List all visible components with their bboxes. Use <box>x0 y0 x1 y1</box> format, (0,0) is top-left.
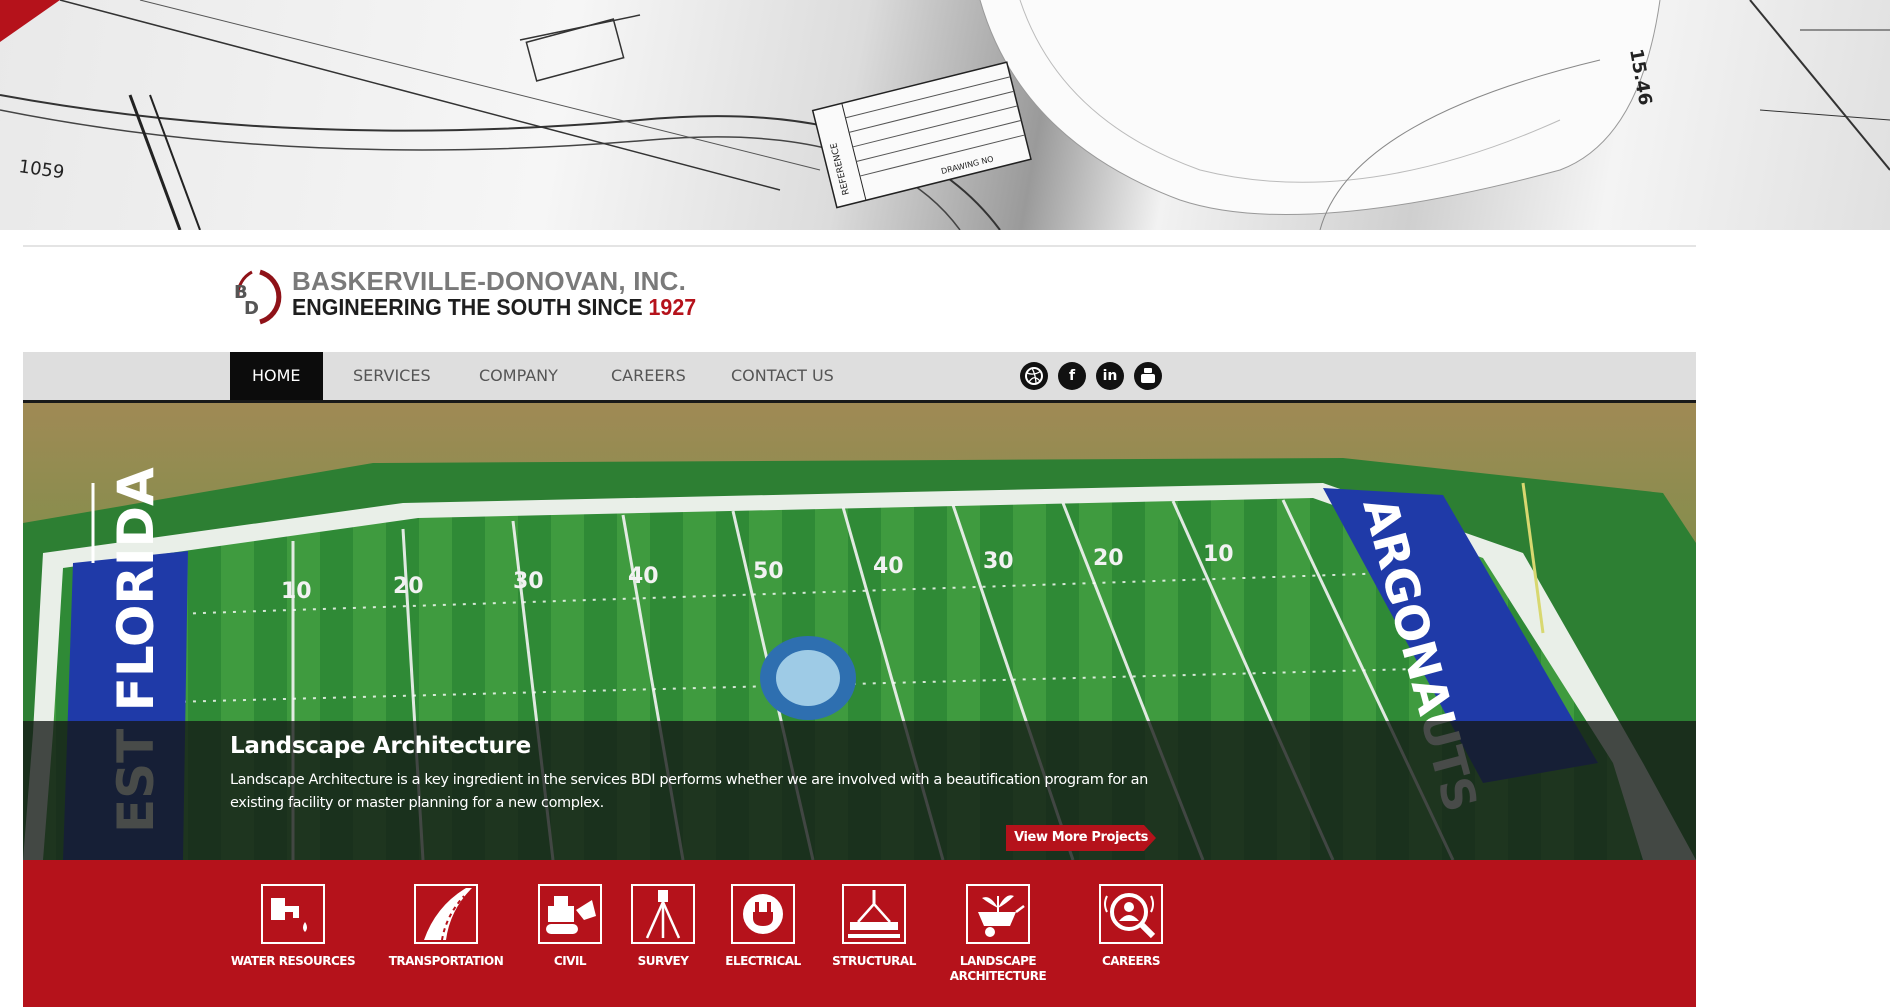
company-name: BASKERVILLE-DONOVAN, INC. <box>292 266 687 296</box>
blueprint-banner-image: REFERENCE DRAWING NO 1059 15.46 <box>0 0 1890 230</box>
sketch-label-number: 1059 <box>17 156 65 183</box>
service-label: LANDSCAPE ARCHITECTURE <box>949 954 1047 983</box>
yard-number: 20 <box>393 574 424 599</box>
slide-caption: Landscape Architecture Landscape Archite… <box>23 721 1696 860</box>
slide-description: Landscape Architecture is a key ingredie… <box>230 772 1148 811</box>
road-icon <box>414 884 478 944</box>
tripod-icon <box>631 884 695 944</box>
nav-company[interactable]: COMPANY <box>457 352 580 400</box>
yard-number: 30 <box>513 569 544 594</box>
faucet-icon <box>261 884 325 944</box>
service-landscape-architecture[interactable]: LANDSCAPE ARCHITECTURE <box>933 884 1063 984</box>
wheelbarrow-plant-icon <box>966 884 1030 944</box>
person-search-icon <box>1099 884 1163 944</box>
nav-careers[interactable]: CAREERS <box>589 352 708 400</box>
tagline-year: 1927 <box>648 294 697 320</box>
nav-services[interactable]: SERVICES <box>331 352 453 400</box>
services-ribbon: WATER RESOURCES TRANSPORTATION CIVIL SUR… <box>23 860 1696 1007</box>
service-structural[interactable]: STRUCTURAL <box>809 884 939 969</box>
svg-text:D: D <box>244 298 259 319</box>
yard-number: 50 <box>753 559 784 584</box>
dribbble-icon[interactable] <box>1020 362 1048 390</box>
service-water-resources[interactable]: WATER RESOURCES <box>228 884 358 969</box>
company-logo[interactable]: B D BASKERVILLE-DONOVAN, INC. ENGINEERIN… <box>230 266 696 332</box>
header-divider <box>23 245 1696 247</box>
yard-number: 40 <box>873 554 904 579</box>
hero-slide: 10 20 30 40 50 40 30 20 10 EST FLORIDA A… <box>23 403 1696 860</box>
plug-icon <box>731 884 795 944</box>
crane-beam-icon <box>842 884 906 944</box>
main-navigation: HOME SERVICES COMPANY CAREERS CONTACT US… <box>23 352 1696 403</box>
bd-monogram-icon: B D <box>234 269 282 325</box>
facebook-icon[interactable]: f <box>1058 362 1086 390</box>
corner-accent <box>0 0 60 42</box>
tagline-prefix: ENGINEERING THE SOUTH SINCE <box>292 294 643 320</box>
yard-number: 40 <box>628 564 659 589</box>
yard-number: 20 <box>1093 546 1124 571</box>
service-label: STRUCTURAL <box>832 954 916 968</box>
yard-number: 30 <box>983 549 1014 574</box>
nav-home[interactable]: HOME <box>230 352 323 400</box>
service-careers[interactable]: CAREERS <box>1066 884 1196 969</box>
service-transportation[interactable]: TRANSPORTATION <box>381 884 511 969</box>
slide-title: Landscape Architecture <box>230 733 531 759</box>
yard-number: 10 <box>281 579 312 604</box>
service-label: WATER RESOURCES <box>230 954 356 968</box>
bulldozer-icon <box>538 884 602 944</box>
yard-number: 10 <box>1203 542 1234 567</box>
youtube-icon[interactable] <box>1134 362 1162 390</box>
blueprint-sketch: REFERENCE DRAWING NO 1059 15.46 <box>0 0 1890 230</box>
company-tagline: ENGINEERING THE SOUTH SINCE 1927 <box>292 294 696 321</box>
service-label: CAREERS <box>1101 954 1161 968</box>
linkedin-icon[interactable]: in <box>1096 362 1124 390</box>
nav-contact-us[interactable]: CONTACT US <box>709 352 856 400</box>
view-more-projects-button[interactable]: View More Projects <box>1006 825 1156 851</box>
service-label: TRANSPORTATION <box>388 954 504 968</box>
